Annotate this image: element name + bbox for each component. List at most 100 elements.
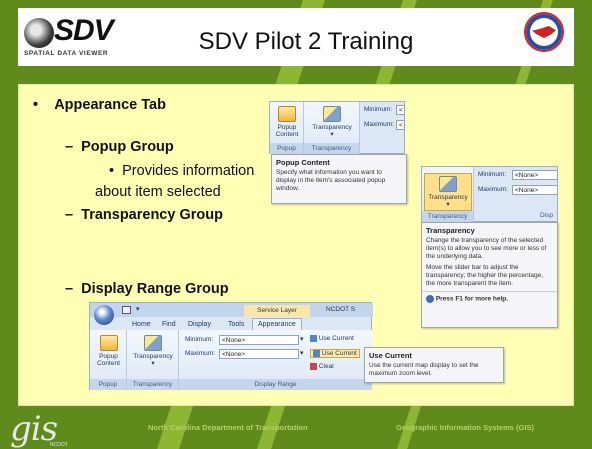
minimum-label: Minimum: xyxy=(364,106,393,113)
maximum-field[interactable]: < xyxy=(396,120,405,130)
tooltip-body: Change the transparency of the selected … xyxy=(426,237,547,260)
gis-logo-subtitle: NCDOT xyxy=(50,442,68,448)
slide-title: SDV Pilot 2 Training xyxy=(198,28,414,55)
tab-home[interactable]: Home xyxy=(132,321,151,328)
transparency-ribbon-screenshot: Transparency ▾ Transparency Minimum: <No… xyxy=(421,166,558,222)
maximum-label: Maximum: xyxy=(364,121,394,128)
popup-ribbon-screenshot: Popup Content Popup Transparency ▾ Trans… xyxy=(269,101,405,154)
transparency-button[interactable]: Transparency ▾ xyxy=(129,335,177,367)
tooltip-help: Press F1 for more help. xyxy=(422,291,557,307)
popup-content-button[interactable]: Popup Content xyxy=(272,106,302,138)
clear-icon xyxy=(310,363,317,370)
transparency-tooltip: Transparency Change the transparency of … xyxy=(421,222,558,328)
appearance-ribbon-screenshot: ▾ Service Layer NCDOT S Home Find Displa… xyxy=(89,302,373,390)
bullet-popup-group: – Popup Group xyxy=(65,139,174,155)
maximum-dropdown-caret[interactable]: ▾ xyxy=(300,349,304,357)
logo-word: SDV xyxy=(54,14,114,47)
bullet-transparency-group: – Transparency Group xyxy=(65,207,223,223)
tooltip-body: Use the current map display to set the m… xyxy=(369,362,479,377)
group-caption: Transparency xyxy=(127,379,178,390)
help-text: Press F1 for more help. xyxy=(435,295,509,303)
ncdot-seal-icon xyxy=(524,12,564,52)
footer: gis NCDOT North Carolina Department of T… xyxy=(0,406,592,449)
bullet-provides-info-cont: about item selected xyxy=(95,184,221,200)
bullet-mark: • xyxy=(33,97,39,113)
bullet-text: Transparency Group xyxy=(81,207,223,223)
bullet-appearance-tab: • Appearance Tab xyxy=(33,97,166,113)
dash-mark: – xyxy=(65,281,74,297)
use-current-tooltip: Use Current Use the current map display … xyxy=(364,347,504,383)
dropdown-caret: ▾ xyxy=(330,131,334,138)
save-icon[interactable] xyxy=(122,306,131,314)
minimum-dropdown-caret[interactable]: ▾ xyxy=(300,335,304,343)
popup-icon xyxy=(99,335,118,351)
group-caption: Popup xyxy=(270,143,303,154)
logo-subtitle: SPATIAL DATA VIEWER xyxy=(24,50,109,57)
maximum-field[interactable]: <None> xyxy=(219,349,299,359)
use-current-label: Use Current xyxy=(318,335,354,343)
tab-appearance[interactable]: Appearance xyxy=(252,318,302,330)
footer-organization: North Carolina Department of Transportat… xyxy=(148,423,308,432)
tooltip-title: Transparency xyxy=(426,226,475,235)
help-icon xyxy=(426,295,434,303)
tooltip-body: Specify what information you want to dis… xyxy=(276,169,386,192)
transparency-group: Transparency ▾ Transparency xyxy=(422,167,474,222)
footer-department: Geographic Information Systems (GIS) xyxy=(396,423,534,432)
tooltip-title: Popup Content xyxy=(276,158,330,167)
group-caption: Disp xyxy=(474,210,557,221)
transparency-button[interactable]: Transparency ▾ xyxy=(306,106,358,138)
transparency-button[interactable]: Transparency ▾ xyxy=(424,173,472,211)
bullet-text: Popup Group xyxy=(81,139,174,155)
group-caption: Transparency xyxy=(304,143,359,154)
tab-tools[interactable]: Tools xyxy=(228,321,244,328)
transparency-icon xyxy=(323,106,341,122)
popup-group: Popup Content Popup xyxy=(90,330,127,390)
use-current-label: Use Current xyxy=(321,350,357,358)
bullet-provides-info: • Provides information xyxy=(109,163,254,179)
popup-btn-label2: Content xyxy=(97,360,120,367)
dropdown-caret: ▾ xyxy=(151,360,155,367)
dropdown-caret: ▾ xyxy=(446,201,450,208)
clear-label: Clear xyxy=(318,363,335,371)
transparency-icon xyxy=(144,335,162,351)
tab-display[interactable]: Display xyxy=(188,321,211,328)
dash-mark: – xyxy=(65,139,74,155)
app-name: NCDOT S xyxy=(326,306,356,313)
tooltip-title: Use Current xyxy=(369,351,412,360)
tooltip-body: Move the slider bar to adjust the transp… xyxy=(426,264,544,287)
minimum-field[interactable]: <None> xyxy=(219,335,299,345)
dash-mark: – xyxy=(65,207,74,223)
transparency-btn-label: Transparency xyxy=(133,353,173,360)
transparency-group: Transparency ▾ Transparency xyxy=(127,330,179,390)
transparency-btn-label: Transparency xyxy=(312,124,352,131)
popup-content-button[interactable]: Popup Content xyxy=(93,335,124,367)
clear-button[interactable]: Clear xyxy=(310,363,334,370)
use-current-icon xyxy=(313,350,320,357)
group-caption: Popup xyxy=(90,379,126,390)
minimum-label: Minimum: xyxy=(478,171,507,178)
minimum-label: Minimum: xyxy=(185,336,214,343)
popup-btn-label: Popup xyxy=(277,124,297,131)
quick-access-caret[interactable]: ▾ xyxy=(136,305,140,313)
transparency-btn-label: Transparency xyxy=(428,194,468,201)
bullet-text: Display Range Group xyxy=(81,281,229,297)
display-range-group: Minimum: <None> ▾ Maximum: <None> ▾ Use … xyxy=(179,330,372,390)
use-current-max-button[interactable]: Use Current xyxy=(310,349,360,359)
title-bar: SDV SPATIAL DATA VIEWER SDV Pilot 2 Trai… xyxy=(18,8,574,66)
use-current-icon xyxy=(310,335,317,342)
bullet-display-range-group: – Display Range Group xyxy=(65,281,229,297)
use-current-min-button[interactable]: Use Current xyxy=(310,335,354,342)
tab-find[interactable]: Find xyxy=(162,321,176,328)
transparency-group: Transparency ▾ Transparency xyxy=(304,102,360,154)
minimum-field[interactable]: <None> xyxy=(512,170,558,180)
group-caption: Display Range xyxy=(179,379,372,390)
popup-btn-label2: Content xyxy=(275,131,299,138)
bullet-mark: • xyxy=(109,163,115,179)
app-orb[interactable] xyxy=(94,305,114,325)
minimum-field[interactable]: < xyxy=(396,105,405,115)
group-caption: Transparency xyxy=(422,211,473,222)
transparency-icon xyxy=(439,176,457,192)
popup-icon xyxy=(278,106,296,122)
maximum-field[interactable]: <None> xyxy=(512,185,558,195)
sdv-logo: SDV SPATIAL DATA VIEWER xyxy=(24,12,134,60)
